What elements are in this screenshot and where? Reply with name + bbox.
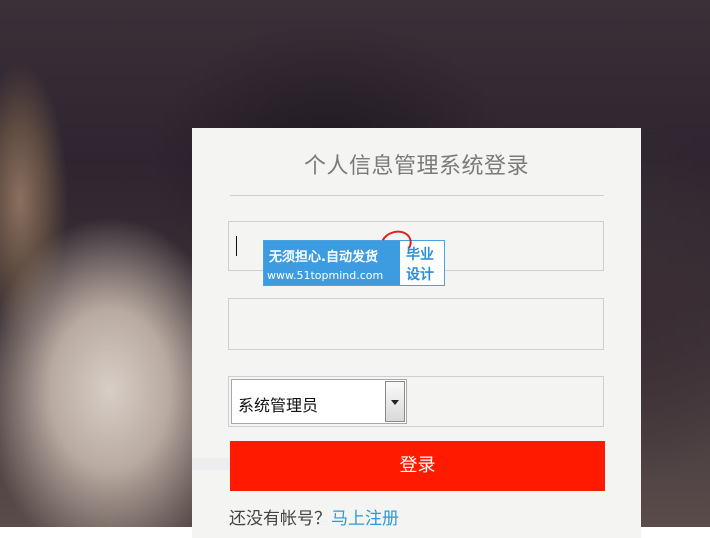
role-field: 系统管理员 (228, 376, 604, 427)
role-dropdown-button[interactable] (385, 381, 405, 422)
watermark-url: www.51topmind.com (267, 269, 384, 282)
login-button[interactable]: 登录 (230, 441, 605, 491)
login-panel: 个人信息管理系统登录 系统管理员 登录 还没有帐号？马上注册 (192, 128, 641, 538)
input-highlight-strip (192, 458, 230, 470)
password-input[interactable] (228, 298, 604, 350)
register-prompt: 还没有帐号？马上注册 (229, 504, 399, 529)
watermark-tag-line2: 设计 (406, 267, 434, 283)
chevron-down-icon (391, 400, 399, 405)
no-account-text: 还没有帐号？ (229, 509, 331, 529)
role-select[interactable]: 系统管理员 (231, 379, 407, 424)
page-title: 个人信息管理系统登录 (303, 154, 529, 179)
role-select-value: 系统管理员 (238, 396, 319, 415)
title-divider (230, 195, 604, 196)
register-link[interactable]: 马上注册 (331, 509, 399, 529)
watermark-slogan: 无须担心.自动发货 (269, 250, 378, 265)
text-caret (236, 236, 237, 256)
watermark-badge: 无须担心.自动发货 www.51topmind.com 毕业 设计 (263, 226, 445, 286)
